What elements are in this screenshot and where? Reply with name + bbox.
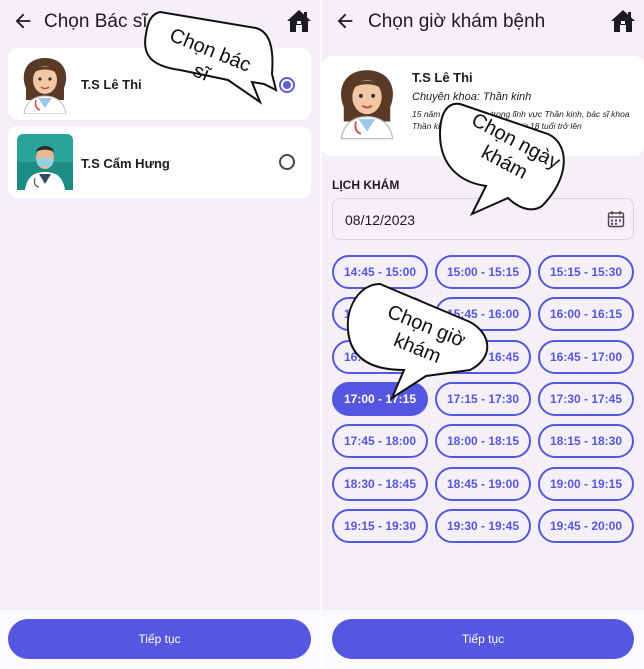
time-slot[interactable]: 19:15 - 19:30 [332,508,428,543]
time-slot[interactable]: 18:00 - 18:15 [435,424,531,459]
callout-choose-time: Chọn giờkhám [346,282,489,401]
app-bar: Chọn giờ khám bệnh [322,0,644,44]
doctor-avatar-female [340,70,394,140]
doctor-select-screen: Chọn Bác sĩ T.S Lê Thi T.S Cẩm Hưng Chọn… [0,0,320,669]
time-slot[interactable]: 19:00 - 19:15 [538,466,634,501]
time-slot[interactable]: 17:45 - 18:00 [332,424,428,459]
time-select-screen: Chọn giờ khám bệnh T.S Lê Thi Chuyên kho… [322,0,644,669]
doctor-avatar-male [17,134,73,190]
time-slot[interactable]: 19:45 - 20:00 [538,508,634,543]
page-title: Chọn giờ khám bệnh [368,11,546,32]
time-slot[interactable]: 16:00 - 16:15 [538,297,634,332]
continue-button[interactable]: Tiếp tục [8,619,311,659]
doctor-name: T.S Lê Thi [81,77,142,92]
callout-choose-date: Chọn ngàykhám [438,102,565,217]
doctor-card[interactable]: T.S Cẩm Hưng [8,126,311,198]
time-slot[interactable]: 15:15 - 15:30 [538,255,634,289]
back-arrow-icon[interactable] [12,10,34,32]
time-slot[interactable]: 18:30 - 18:45 [332,466,428,501]
page-title: Chọn Bác sĩ [44,11,148,32]
time-slot[interactable]: 17:30 - 17:45 [538,381,634,416]
calendar-icon[interactable] [607,210,625,228]
home-icon[interactable] [610,9,636,33]
callout-choose-doctor: Chọn bácsĩ [144,10,278,105]
schedule-label: LỊCH KHÁM [332,178,400,192]
time-slot[interactable]: 18:45 - 19:00 [435,466,531,501]
back-arrow-icon[interactable] [334,10,356,32]
radio-unselected-icon[interactable] [279,154,295,170]
time-slot[interactable]: 18:15 - 18:30 [538,424,634,459]
time-slot[interactable]: 19:30 - 19:45 [435,508,531,543]
doctor-name: T.S Lê Thi [412,70,473,85]
doctor-avatar-female [23,58,67,114]
time-slot[interactable]: 16:45 - 17:00 [538,339,634,374]
date-value: 08/12/2023 [345,212,416,228]
doctor-name: T.S Cẩm Hưng [81,156,170,171]
continue-button[interactable]: Tiếp tục [332,619,634,659]
